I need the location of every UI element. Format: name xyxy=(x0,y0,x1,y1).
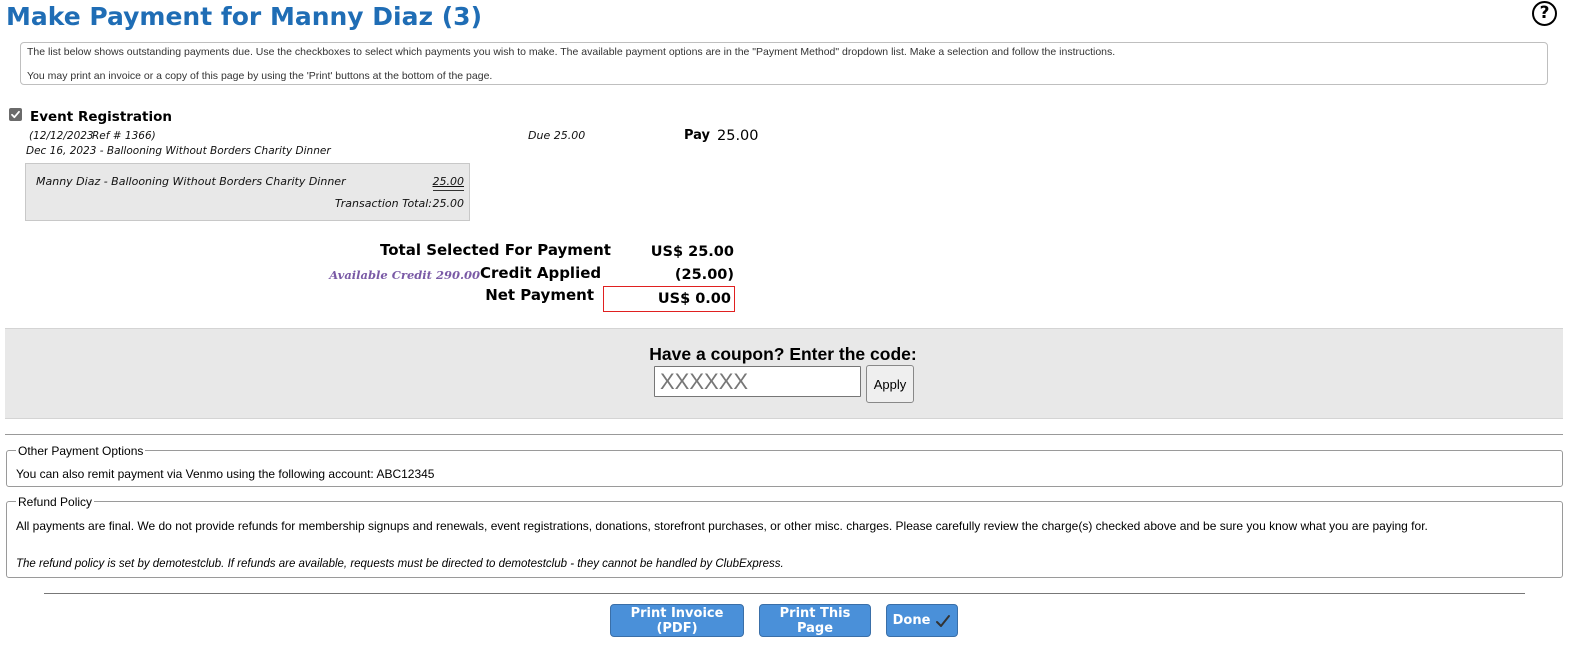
page-title: Make Payment for Manny Diaz (3) xyxy=(6,2,482,31)
item-date: (12/12/2023 xyxy=(29,130,94,142)
divider xyxy=(44,593,1525,594)
total-selected-label: Total Selected For Payment xyxy=(380,241,611,259)
credit-applied-label: Credit Applied xyxy=(480,264,602,282)
print-invoice-button[interactable]: Print Invoice (PDF) xyxy=(610,604,744,637)
transaction-details: Manny Diaz - Ballooning Without Borders … xyxy=(25,163,470,221)
coupon-code-input[interactable] xyxy=(654,366,861,397)
refund-policy-note: The refund policy is set by demotestclub… xyxy=(16,558,784,570)
transaction-total-label: Transaction Total: xyxy=(334,197,432,210)
print-invoice-label: Print Invoice (PDF) xyxy=(630,605,724,636)
transaction-total-amount: 25.00 xyxy=(432,197,465,210)
other-payment-options-legend: Other Payment Options xyxy=(16,444,146,458)
event-registration-checkbox[interactable] xyxy=(9,108,22,121)
print-page-label: Print This Page xyxy=(779,605,851,636)
coupon-title: Have a coupon? Enter the code: xyxy=(649,344,917,364)
item-title: Event Registration xyxy=(30,109,173,125)
item-description: Dec 16, 2023 - Ballooning Without Border… xyxy=(26,145,331,157)
checkmark-icon xyxy=(11,110,20,119)
help-icon[interactable]: ? xyxy=(1532,1,1557,26)
apply-coupon-button[interactable]: Apply xyxy=(866,365,914,403)
transaction-line-label: Manny Diaz - Ballooning Without Borders … xyxy=(36,175,346,188)
net-payment-value: US$ 0.00 xyxy=(657,291,731,307)
done-button[interactable]: Done xyxy=(886,604,958,637)
item-ref: Ref # 1366) xyxy=(92,130,156,142)
checkmark-icon xyxy=(936,614,951,627)
available-credit: Available Credit 290.00 xyxy=(329,268,480,282)
instructions-line-1: The list below shows outstanding payment… xyxy=(27,46,1116,58)
credit-applied-value: (25.00) xyxy=(674,267,734,283)
net-payment-label: Net Payment xyxy=(485,286,594,304)
instructions-line-2: You may print an invoice or a copy of th… xyxy=(27,70,493,82)
print-page-button[interactable]: Print This Page xyxy=(759,604,871,637)
other-payment-options-text: You can also remit payment via Venmo usi… xyxy=(16,467,435,481)
refund-policy-legend: Refund Policy xyxy=(16,495,95,509)
pay-amount: 25.00 xyxy=(717,128,759,144)
transaction-line-amount: 25.00 xyxy=(432,175,464,191)
divider xyxy=(5,434,1563,435)
done-label: Done xyxy=(892,613,931,628)
pay-label: Pay xyxy=(684,128,711,143)
item-due: Due 25.00 xyxy=(528,129,586,142)
instructions-box: The list below shows outstanding payment… xyxy=(20,42,1548,85)
total-selected-value: US$ 25.00 xyxy=(650,244,734,260)
net-payment-box: US$ 0.00 xyxy=(603,286,735,312)
refund-policy-text: All payments are final. We do not provid… xyxy=(16,519,1428,533)
